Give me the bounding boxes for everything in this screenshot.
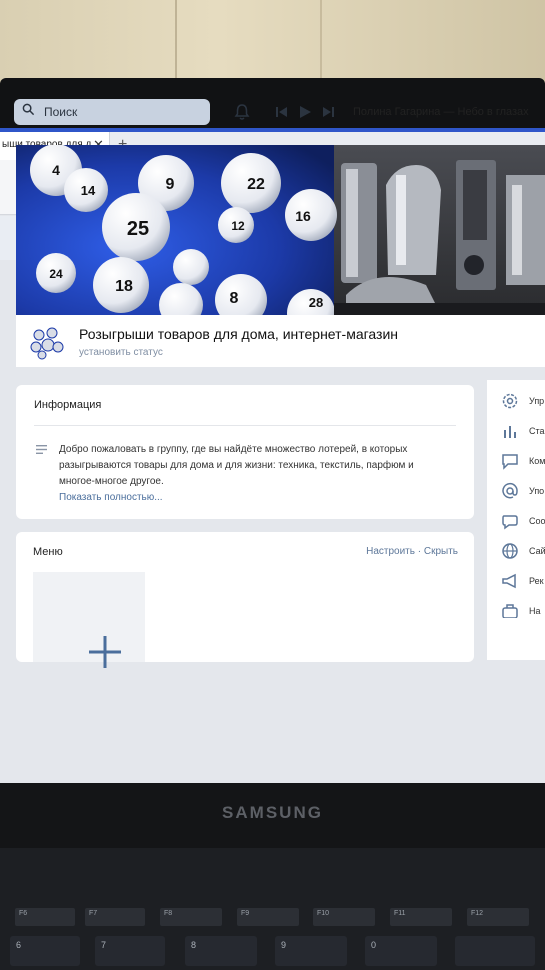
show-more-link[interactable]: Показать полностью... (59, 492, 163, 503)
stats-icon (504, 426, 516, 438)
sidebar-item-jobs[interactable]: На (501, 602, 545, 618)
sidebar-item-label: На (529, 606, 541, 616)
keyboard-key (455, 936, 535, 966)
plus-icon (89, 636, 121, 668)
description-icon (36, 445, 47, 454)
search-icon (22, 103, 35, 116)
group-header: Розыгрыши товаров для дома, интернет-маг… (16, 315, 545, 367)
laptop-brand-logo: SAMSUNG (222, 803, 323, 822)
svg-text:12: 12 (231, 219, 245, 233)
group-name: Розыгрыши товаров для дома, интернет-маг… (79, 326, 399, 342)
next-track-icon[interactable] (323, 107, 334, 117)
globe-icon (502, 543, 518, 559)
svg-text:8: 8 (230, 290, 239, 307)
lottery-ball: 25 (102, 193, 170, 261)
search-input[interactable]: Поиск (14, 99, 210, 125)
keyboard-key: F7 (85, 908, 145, 926)
briefcase-icon (502, 604, 518, 618)
group-cover-image: 4 14 9 22 25 12 16 24 18 8 28 (16, 145, 545, 315)
svg-text:14: 14 (81, 183, 96, 198)
lottery-ball: 18 (93, 257, 149, 313)
keyboard-key: 6 (10, 936, 80, 966)
keyboard-key: F9 (237, 908, 299, 926)
keyboard-key: 9 (275, 936, 347, 966)
lottery-ball: 12 (218, 207, 254, 243)
group-description: Добро пожаловать в группу, где вы найдёт… (59, 444, 414, 487)
sidebar-item-site[interactable]: Сай (501, 542, 545, 562)
svg-text:4: 4 (52, 162, 60, 178)
sidebar-item-label: Ста (529, 426, 545, 436)
sidebar-item-comments[interactable]: Ком (501, 452, 545, 472)
sidebar-item-mentions[interactable]: Упо (501, 482, 545, 502)
info-block: Информация Добро пожаловать в группу, гд… (16, 385, 474, 519)
sidebar-item-label: Упр (529, 396, 545, 406)
set-status-link[interactable]: установить статус (79, 347, 163, 358)
keyboard-key: 0 (365, 936, 437, 966)
play-icon[interactable] (300, 106, 311, 118)
lottery-ball: 22 (221, 153, 281, 213)
keyboard-key: 8 (185, 936, 257, 966)
menu-actions[interactable]: Настроить · Скрыть (366, 546, 458, 557)
add-menu-item-tile[interactable] (33, 572, 145, 668)
menu-block: Меню Настроить · Скрыть (16, 532, 474, 668)
messages-icon (502, 515, 518, 530)
svg-text:25: 25 (127, 218, 149, 240)
group-avatar[interactable] (28, 323, 66, 361)
at-icon (502, 482, 518, 499)
previous-track-icon[interactable] (276, 107, 287, 117)
audio-player-controls (276, 106, 334, 118)
info-title: Информация (34, 399, 102, 411)
svg-text:24: 24 (49, 267, 63, 281)
keyboard-key: F6 (15, 908, 75, 926)
svg-text:18: 18 (115, 278, 133, 295)
sidebar-item-stats[interactable]: Ста (501, 422, 545, 442)
keyboard-key: F10 (313, 908, 375, 926)
divider (34, 425, 456, 426)
keyboard-key: F8 (160, 908, 222, 926)
sidebar-item-label: Рек (529, 576, 544, 586)
lottery-ball: 24 (36, 253, 76, 293)
bell-icon[interactable] (233, 103, 251, 121)
svg-text:22: 22 (247, 176, 265, 193)
sidebar-item-ads[interactable]: Рек (501, 572, 545, 592)
svg-text:9: 9 (166, 176, 175, 193)
keyboard-key: 7 (95, 936, 165, 966)
comment-icon (502, 454, 518, 470)
svg-text:28: 28 (309, 295, 323, 310)
megaphone-icon (502, 573, 516, 589)
sidebar-item-messages[interactable]: Соо (501, 512, 545, 532)
management-sidebar: Упр Ста Ком Упо Соо Сай Рек На (487, 380, 545, 660)
keyboard-key: F11 (390, 908, 452, 926)
menu-title: Меню (33, 546, 63, 558)
sidebar-item-label: Ком (529, 456, 545, 466)
sidebar-item-label: Упо (529, 486, 545, 496)
lottery-ball: 16 (285, 189, 337, 241)
laptop-keyboard: F6 F7 F8 F9 F10 F11 F12 6 7 8 9 0 (0, 848, 545, 970)
lottery-ball (173, 249, 209, 285)
keyboard-key: F12 (467, 908, 529, 926)
gear-icon (502, 393, 518, 409)
sidebar-item-label: Соо (529, 516, 545, 526)
sidebar-item-manage[interactable]: Упр (501, 392, 545, 412)
now-playing-track[interactable]: Полина Гагарина — Небо в глазах (353, 106, 529, 118)
lottery-ball: 14 (64, 168, 108, 212)
svg-text:16: 16 (295, 208, 311, 224)
sidebar-item-label: Сай (529, 546, 545, 556)
search-placeholder: Поиск (44, 105, 78, 119)
